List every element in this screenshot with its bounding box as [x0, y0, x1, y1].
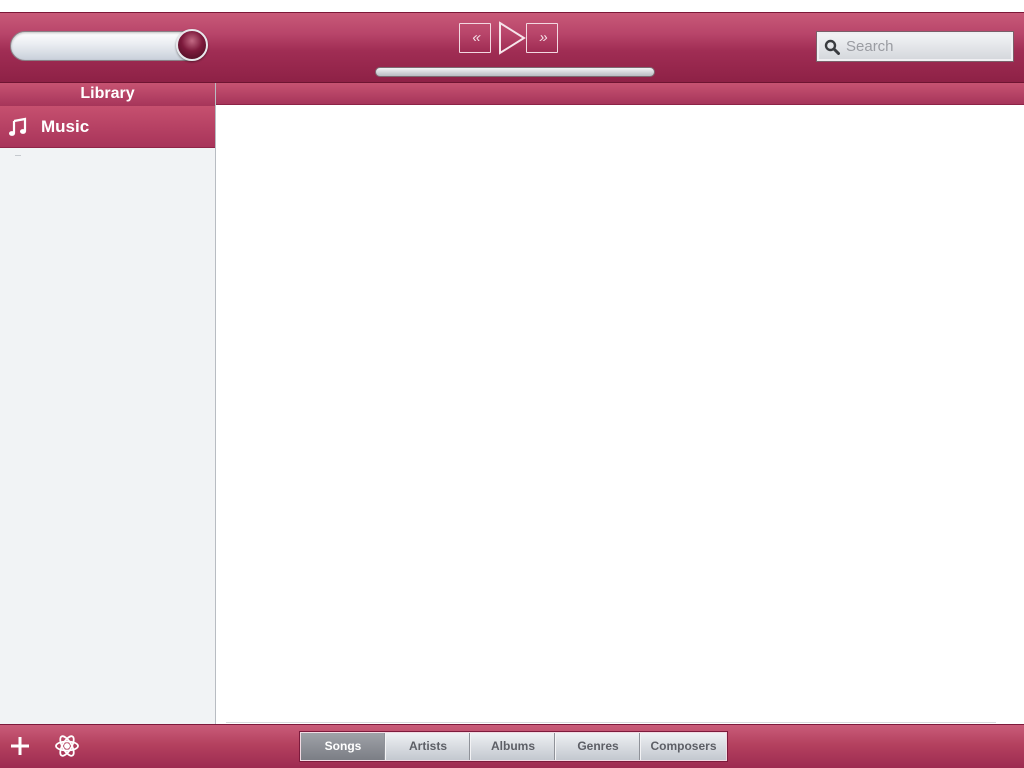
music-note-icon [9, 117, 27, 136]
tab-songs[interactable]: Songs [301, 733, 386, 760]
next-track-button[interactable]: » [526, 23, 558, 53]
sidebar-item-label: Music [41, 116, 90, 136]
tab-composers[interactable]: Composers [641, 733, 726, 760]
plus-icon [11, 737, 29, 755]
bottom-toolbar: Songs Artists Albums Genres Composers [0, 724, 1024, 768]
sidebar-header-library: Library [0, 83, 215, 106]
song-list-area[interactable] [216, 105, 1024, 724]
add-button[interactable] [9, 735, 31, 757]
play-button[interactable] [497, 21, 527, 55]
playback-progress-bar[interactable] [375, 67, 655, 77]
volume-slider-knob[interactable] [176, 29, 208, 61]
browse-segmented-control: Songs Artists Albums Genres Composers [300, 732, 727, 761]
music-app-window: « » Library Music [0, 0, 1024, 768]
previous-track-button[interactable]: « [459, 23, 491, 53]
sidebar-item-music[interactable]: Music [0, 106, 215, 148]
search-input[interactable] [846, 34, 1006, 59]
content-header-bar [216, 83, 1024, 105]
tab-albums[interactable]: Albums [471, 733, 556, 760]
content-divider [226, 722, 996, 723]
tab-artists[interactable]: Artists [386, 733, 471, 760]
sidebar: Library Music [0, 83, 216, 724]
search-box[interactable] [816, 31, 1014, 62]
tab-genres[interactable]: Genres [556, 733, 641, 760]
rewind-icon: « [472, 29, 481, 46]
fast-forward-icon: » [539, 29, 548, 46]
top-toolbar: « » [0, 12, 1024, 83]
play-icon [499, 21, 526, 55]
search-icon [824, 39, 840, 55]
settings-button[interactable] [54, 732, 80, 760]
atom-icon [55, 735, 79, 757]
sidebar-divider [15, 155, 21, 156]
